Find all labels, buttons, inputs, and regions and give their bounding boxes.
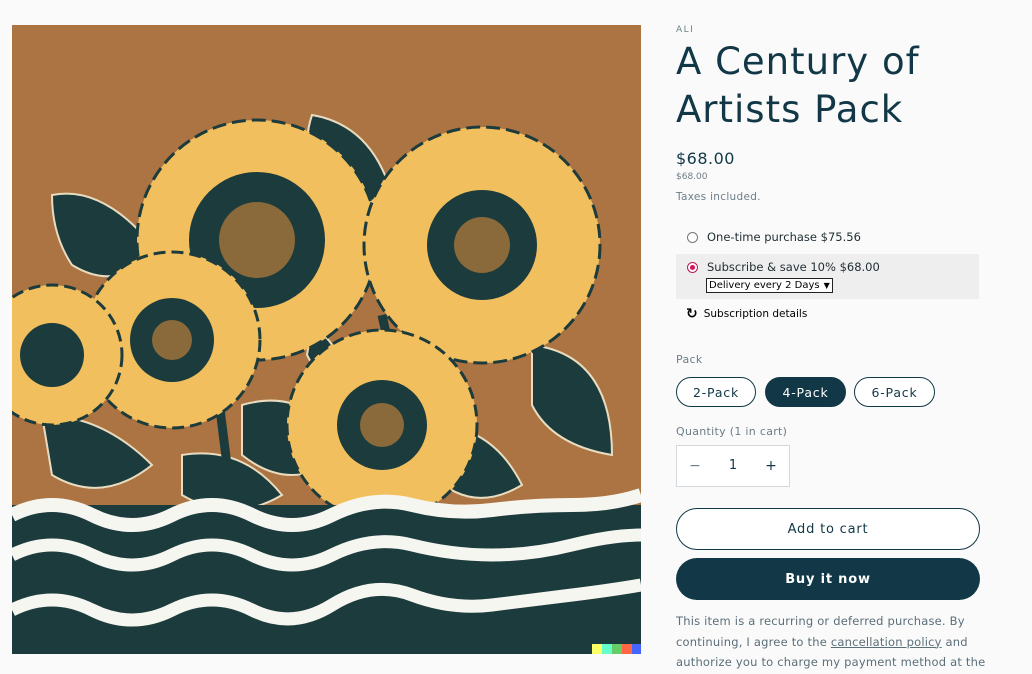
quantity-input[interactable]: 1 xyxy=(713,446,753,486)
quantity-increase-button[interactable]: + xyxy=(753,446,789,486)
refresh-icon: ↻ xyxy=(686,306,698,322)
product-title: A Century of Artists Pack xyxy=(676,38,920,134)
tax-note: Taxes included. xyxy=(676,191,761,203)
quantity-decrease-button[interactable]: − xyxy=(677,446,713,486)
sunflower-artwork xyxy=(12,25,641,654)
chevron-down-icon: ▼ xyxy=(823,281,830,290)
pack-option-6[interactable]: 6-Pack xyxy=(854,377,935,407)
plan-subscribe[interactable]: Subscribe & save 10% $68.00 Delivery eve… xyxy=(676,254,979,299)
cancellation-policy-link[interactable]: cancellation policy xyxy=(831,635,942,649)
radio-subscribe[interactable] xyxy=(687,262,698,273)
pack-option-2[interactable]: 2-Pack xyxy=(676,377,756,407)
delivery-frequency-select[interactable]: Delivery every 2 Days ▼ xyxy=(706,278,833,293)
delivery-frequency-value: Delivery every 2 Days xyxy=(709,280,820,291)
product-price-small: $68.00 xyxy=(676,172,708,182)
add-to-cart-button[interactable]: Add to cart xyxy=(676,508,980,550)
radio-one-time[interactable] xyxy=(687,232,698,243)
plan-subscribe-label: Subscribe & save 10% $68.00 xyxy=(707,260,880,274)
quantity-stepper: − 1 + xyxy=(676,445,790,487)
quantity-label: Quantity (1 in cart) xyxy=(676,425,788,438)
plan-one-time-label: One-time purchase $75.56 xyxy=(707,230,861,244)
plan-one-time[interactable]: One-time purchase $75.56 xyxy=(676,224,979,252)
title-line-1: A Century of xyxy=(676,40,920,83)
pack-option-4[interactable]: 4-Pack xyxy=(765,377,846,407)
pack-label: Pack xyxy=(676,353,703,366)
title-line-2: Artists Pack xyxy=(676,88,904,131)
buy-now-button[interactable]: Buy it now xyxy=(676,558,980,600)
subscription-details-label: Subscription details xyxy=(703,308,808,320)
product-vendor: ALI xyxy=(676,25,695,35)
recurring-purchase-note: This item is a recurring or deferred pur… xyxy=(676,611,986,673)
product-image[interactable] xyxy=(12,25,641,654)
product-price: $68.00 xyxy=(676,149,735,168)
subscription-details-link[interactable]: ↻ Subscription details xyxy=(686,307,807,321)
